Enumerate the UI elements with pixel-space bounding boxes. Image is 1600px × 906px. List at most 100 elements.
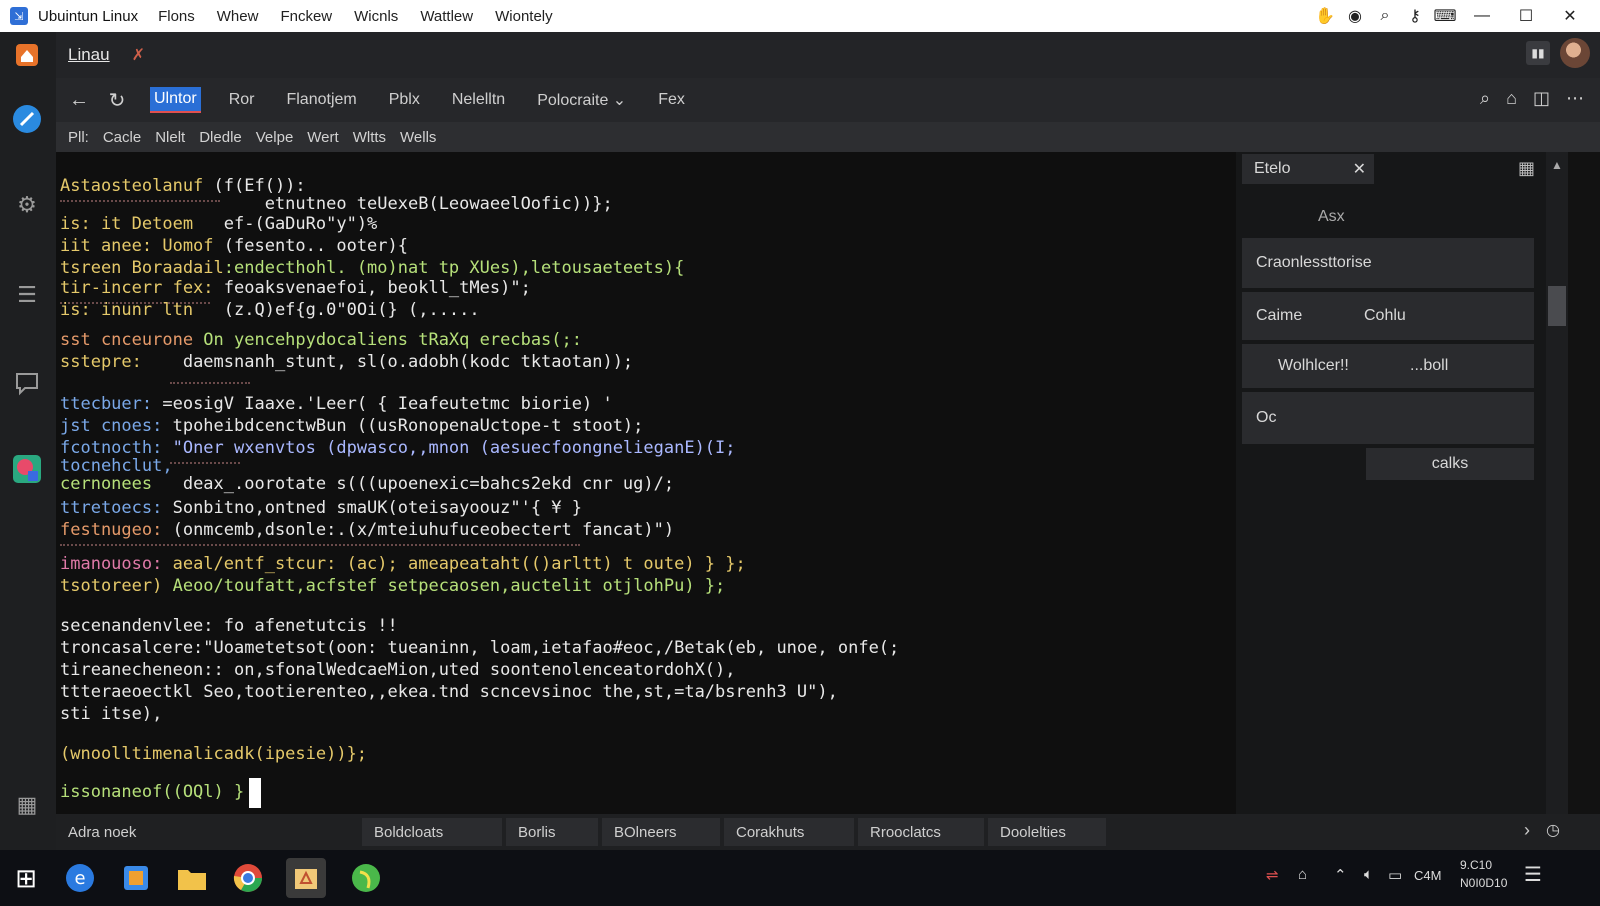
- code-line[interactable]: Astaosteolanuf (f(Ef()):: [60, 176, 306, 196]
- files-icon[interactable]: [286, 858, 326, 898]
- start-menu-icon[interactable]: ⊞: [6, 858, 46, 898]
- code-line[interactable]: jst cnoes: tpoheibdcenctwBun ((usRonopen…: [60, 416, 643, 436]
- avatar[interactable]: [1560, 38, 1590, 68]
- code-line[interactable]: iit anee: Uomof (fesento.. ooter){: [60, 236, 408, 256]
- code-editor[interactable]: Astaosteolanuf (f(Ef()): etnutneo teUexe…: [56, 152, 1236, 814]
- workspace-title[interactable]: Linau: [68, 45, 110, 65]
- submenu-item-4[interactable]: Dledle: [199, 129, 242, 146]
- bottom-tab-3[interactable]: Borlis: [506, 818, 598, 846]
- submenu-item-6[interactable]: Wert: [307, 129, 338, 146]
- edge-browser-icon[interactable]: e: [60, 858, 100, 898]
- panel-item[interactable]: Wolhlcer!! ...boll: [1242, 344, 1534, 388]
- code-line[interactable]: troncasalcere:"Uoametetsot(oon: tueaninn…: [60, 638, 899, 658]
- chrome-icon[interactable]: [228, 858, 268, 898]
- app-icon[interactable]: [116, 858, 156, 898]
- code-line[interactable]: sstepre: daemsnanh_stunt, sl(o.adobh(kod…: [60, 352, 633, 372]
- code-line[interactable]: tireanecheneon:: on,sfonalWedcaeMion,ute…: [60, 660, 736, 680]
- tab-ror[interactable]: Ror: [225, 88, 259, 112]
- grid-icon[interactable]: ▦: [1518, 158, 1535, 179]
- panel-item[interactable]: Caime Cohlu: [1242, 292, 1534, 340]
- code-line[interactable]: tsreen Boraadail:endecthohl. (mo)nat tp …: [60, 258, 684, 278]
- scrollbar-thumb[interactable]: [1548, 286, 1566, 326]
- home-icon[interactable]: [10, 38, 44, 72]
- menu-item-4[interactable]: Wicnls: [354, 8, 398, 25]
- pin-icon[interactable]: ✗: [132, 45, 145, 65]
- menu-item-3[interactable]: Fnckew: [280, 8, 332, 25]
- back-arrow-icon[interactable]: ←: [60, 89, 98, 112]
- tab-ulntor[interactable]: Ulntor: [150, 87, 201, 113]
- code-line[interactable]: tocnehclut,: [60, 456, 173, 476]
- maximize-button[interactable]: ☐: [1504, 6, 1548, 26]
- keyboard-icon[interactable]: ⌨: [1430, 6, 1460, 26]
- battery-icon[interactable]: ▭: [1388, 866, 1402, 884]
- panel-input[interactable]: Oc: [1242, 392, 1534, 444]
- tray-label[interactable]: C4M: [1414, 868, 1441, 883]
- submenu-item-3[interactable]: Nlelt: [155, 129, 185, 146]
- code-line[interactable]: festnugeo: (onmcemb,dsonle:.(x/mteiuhufu…: [60, 520, 674, 540]
- panel-tab[interactable]: Etelo ✕: [1242, 154, 1374, 184]
- network-alert-icon[interactable]: ⇌: [1266, 866, 1279, 884]
- code-line[interactable]: sst cnceurone On yencehpydocaliens tRaXq…: [60, 330, 582, 350]
- bottom-tab-7[interactable]: Doolelties: [988, 818, 1106, 846]
- bottom-tab-4[interactable]: BOlneers: [602, 818, 720, 846]
- code-line[interactable]: ttretoecs: Sonbitno,ontned smaUK(oteisay…: [60, 498, 582, 518]
- code-line[interactable]: imanouoso: aeal/entf_stcur: (ac); ameape…: [60, 554, 746, 574]
- calks-button[interactable]: calks: [1366, 448, 1534, 480]
- search-icon[interactable]: ⌕: [1370, 7, 1400, 25]
- clock-icon[interactable]: ◷: [1546, 820, 1560, 840]
- home-tray-icon[interactable]: ⌂: [1298, 866, 1307, 883]
- minimize-button[interactable]: —: [1460, 7, 1504, 25]
- gear-icon[interactable]: ⚙: [10, 188, 44, 222]
- extension-icon[interactable]: [10, 452, 44, 486]
- code-line[interactable]: etnutneo teUexeB(LeowaeelOofic))};: [60, 194, 613, 214]
- menu-item-5[interactable]: Wattlew: [420, 8, 473, 25]
- pause-button[interactable]: ▮▮: [1526, 41, 1550, 65]
- bottom-tab-2[interactable]: Boldcloats: [362, 818, 502, 846]
- clock-date[interactable]: N0I0D10: [1460, 876, 1507, 890]
- submenu-item-7[interactable]: Wltts: [353, 129, 386, 146]
- record-icon[interactable]: ◉: [1340, 6, 1370, 26]
- refresh-icon[interactable]: ↻: [98, 88, 136, 113]
- bottom-tab-5[interactable]: Corakhuts: [724, 818, 854, 846]
- panel-item[interactable]: Craonlessttorise: [1242, 238, 1534, 288]
- list-icon[interactable]: ☰: [10, 278, 44, 312]
- submenu-item-8[interactable]: Wells: [400, 129, 436, 146]
- tab-polocraite-dropdown[interactable]: Polocraite ⌄: [533, 87, 630, 113]
- code-line[interactable]: sti itse),: [60, 704, 162, 724]
- code-line[interactable]: ttecbuer: =eosigV Iaaxe.'Leer( { Ieafeut…: [60, 394, 613, 414]
- code-line[interactable]: tir-incerr fex: feoaksvenaefoi, beokll_t…: [60, 278, 531, 298]
- tab-flanotjem[interactable]: Flanotjem: [282, 88, 360, 112]
- volume-icon[interactable]: 🔈︎: [1364, 866, 1373, 883]
- tab-nelelltn[interactable]: Nelelltn: [448, 88, 509, 112]
- submenu-item-2[interactable]: Cacle: [103, 129, 141, 146]
- notification-icon[interactable]: ☰: [1524, 862, 1542, 887]
- green-app-icon[interactable]: [346, 858, 386, 898]
- scroll-up-icon[interactable]: ▲: [1546, 158, 1568, 172]
- hand-icon[interactable]: ✋: [1310, 6, 1340, 26]
- menu-item-6[interactable]: Wiontely: [495, 8, 553, 25]
- close-button[interactable]: ✕: [1548, 6, 1592, 26]
- code-line[interactable]: is: it Detoem ef-(GaDuRo"y")%: [60, 214, 377, 234]
- clock-time[interactable]: 9.C10: [1460, 858, 1492, 872]
- code-line[interactable]: ttteraeoectkl Seo,tootierenteo,,ekea.tnd…: [60, 682, 838, 702]
- submenu-item-5[interactable]: Velpe: [256, 129, 294, 146]
- submenu-item-1[interactable]: Pll:: [68, 129, 89, 146]
- chevron-right-icon[interactable]: ›: [1524, 820, 1530, 841]
- code-line[interactable]: is: inunr ltn (z.Q)ef{g.0"0Oi(} (,.....: [60, 300, 480, 320]
- tab-fex[interactable]: Fex: [654, 88, 689, 112]
- tab-pblx[interactable]: Pblx: [385, 88, 424, 112]
- search-icon[interactable]: ⌕: [1480, 88, 1490, 109]
- menu-item-2[interactable]: Whew: [217, 8, 259, 25]
- compass-icon[interactable]: [10, 102, 44, 136]
- close-icon[interactable]: ✕: [1353, 159, 1366, 179]
- code-line[interactable]: secenandenvlee: fo afenetutcis !!: [60, 616, 398, 636]
- more-icon[interactable]: ⋯: [1566, 88, 1584, 109]
- code-line[interactable]: tsotoreer) Aeoo/toufatt,acfstef setpecao…: [60, 576, 725, 596]
- split-view-icon[interactable]: ◫: [1533, 88, 1550, 109]
- scrollbar-track[interactable]: ▲: [1546, 152, 1568, 814]
- code-line[interactable]: fcotnocth: "Oner wxenvtos (dpwasco,,mnon…: [60, 438, 736, 458]
- folder-icon[interactable]: [172, 858, 212, 898]
- home-icon[interactable]: ⌂: [1506, 88, 1517, 109]
- bottom-tab-6[interactable]: Rrooclatcs: [858, 818, 984, 846]
- bottom-tab-1[interactable]: Adra noek: [56, 818, 358, 846]
